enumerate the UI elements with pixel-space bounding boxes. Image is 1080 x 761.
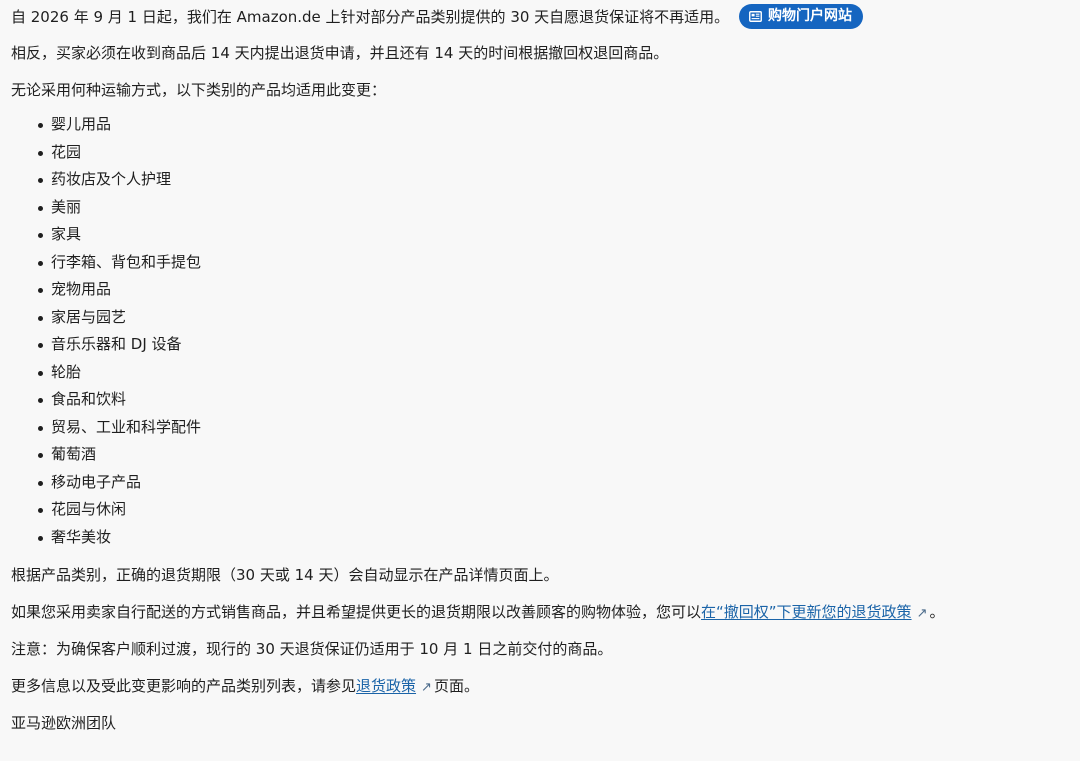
category-list-item: 葡萄酒 xyxy=(38,441,1080,469)
category-label: 行李箱、背包和手提包 xyxy=(51,252,202,271)
category-label: 贸易、工业和科学配件 xyxy=(51,417,202,436)
newspaper-icon xyxy=(749,11,762,22)
return-policy-link[interactable]: 退货政策 xyxy=(356,677,416,695)
bullet-icon xyxy=(38,233,43,238)
category-list-item: 花园与休闲 xyxy=(38,496,1080,524)
badge-label: 购物门户网站 xyxy=(767,8,852,24)
paragraph-note: 注意：为确保客户顺利过渡，现行的 30 天退货保证仍适用于 10 月 1 日之前… xyxy=(11,640,613,658)
more-info-text-end: 页面。 xyxy=(433,677,479,695)
category-list-item: 婴儿用品 xyxy=(38,111,1080,139)
fbm-text: 如果您采用卖家自行配送的方式销售商品，并且希望提供更长的退货期限以改善顾客的购物… xyxy=(11,603,702,621)
category-list-item: 轮胎 xyxy=(38,359,1080,387)
category-label: 葡萄酒 xyxy=(51,445,97,463)
category-label: 花园 xyxy=(51,142,82,161)
bullet-icon xyxy=(38,343,43,348)
category-list-item: 行李箱、背包和手提包 xyxy=(38,249,1080,277)
bullet-icon xyxy=(38,123,43,128)
paragraph-return-period: 根据产品类别，正确的退货期限（30 天或 14 天）会自动显示在产品详情页面上。 xyxy=(11,566,559,584)
update-return-policy-link[interactable]: 在“撤回权”下更新您的退货政策 xyxy=(701,603,912,621)
bullet-icon xyxy=(38,535,43,541)
bullet-icon xyxy=(38,150,43,156)
category-label: 食品和饮料 xyxy=(51,390,127,408)
category-label: 婴儿用品 xyxy=(51,115,112,133)
bullet-icon xyxy=(38,425,43,431)
paragraph-fbm: 如果您采用卖家自行配送的方式销售商品，并且希望提供更长的退货期限以改善顾客的购物… xyxy=(11,594,1080,631)
external-link-icon[interactable]: ↗ xyxy=(917,606,928,621)
paragraph-withdrawal: 相反，买家必须在收到商品后 14 天内提出退货申请，并且还有 14 天的时间根据… xyxy=(11,44,669,62)
signature: 亚马逊欧洲团队 xyxy=(11,714,117,732)
category-label: 花园与休闲 xyxy=(51,500,127,518)
shopping-portal-badge[interactable]: 购物门户网站 xyxy=(738,4,863,29)
bullet-icon xyxy=(38,370,43,376)
category-list-item: 食品和饮料 xyxy=(38,386,1080,414)
category-label: 药妆店及个人护理 xyxy=(51,170,172,188)
category-list-item: 宠物用品 xyxy=(38,276,1080,304)
more-info-text: 更多信息以及受此变更影响的产品类别列表，请参见 xyxy=(11,677,357,695)
category-label: 轮胎 xyxy=(51,362,82,381)
category-label: 家具 xyxy=(51,225,82,243)
category-list-item: 药妆店及个人护理 xyxy=(38,166,1080,194)
intro-text: 自 2026 年 9 月 1 日起，我们在 Amazon.de 上针对部分产品类… xyxy=(11,8,730,26)
category-label: 美丽 xyxy=(51,197,82,216)
category-label: 移动电子产品 xyxy=(51,472,142,491)
bullet-icon xyxy=(38,453,43,458)
bullet-icon xyxy=(38,205,43,211)
external-link-icon[interactable]: ↗ xyxy=(421,680,432,695)
category-list-item: 家居与园艺 xyxy=(38,304,1080,332)
bullet-icon xyxy=(38,260,43,266)
bullet-icon xyxy=(38,315,43,321)
category-list: 婴儿用品花园药妆店及个人护理 美丽家具行李箱、背包和手提包 宠物用品家居与园艺音乐乐… xyxy=(11,111,1080,551)
category-label: 宠物用品 xyxy=(51,280,112,298)
intro-paragraph: 自 2026 年 9 月 1 日起，我们在 Amazon.de 上针对部分产品类… xyxy=(11,0,1080,35)
paragraph-categories-intro: 无论采用何种运输方式，以下类别的产品均适用此变更： xyxy=(11,81,387,99)
category-list-item: 家具 xyxy=(38,221,1080,249)
category-label: 音乐乐器和 DJ 设备 xyxy=(51,335,182,353)
category-list-item: 美丽 xyxy=(38,194,1080,222)
category-list-item: 奢华美妆 xyxy=(38,524,1080,552)
bullet-icon xyxy=(38,398,43,403)
announcement-body: 自 2026 年 9 月 1 日起，我们在 Amazon.de 上针对部分产品类… xyxy=(0,0,1080,742)
category-label: 家居与园艺 xyxy=(51,307,127,326)
bullet-icon xyxy=(38,480,43,486)
bullet-icon xyxy=(38,178,43,183)
fbm-text-end: 。 xyxy=(929,603,945,621)
category-list-item: 音乐乐器和 DJ 设备 xyxy=(38,331,1080,359)
bullet-icon xyxy=(38,508,43,513)
category-list-item: 贸易、工业和科学配件 xyxy=(38,414,1080,442)
bullet-icon xyxy=(38,288,43,293)
category-list-item: 移动电子产品 xyxy=(38,469,1080,497)
category-label: 奢华美妆 xyxy=(51,527,112,546)
paragraph-more-info: 更多信息以及受此变更影响的产品类别列表，请参见退货政策 ↗ 页面。 xyxy=(11,668,1080,705)
category-list-item: 花园 xyxy=(38,139,1080,167)
